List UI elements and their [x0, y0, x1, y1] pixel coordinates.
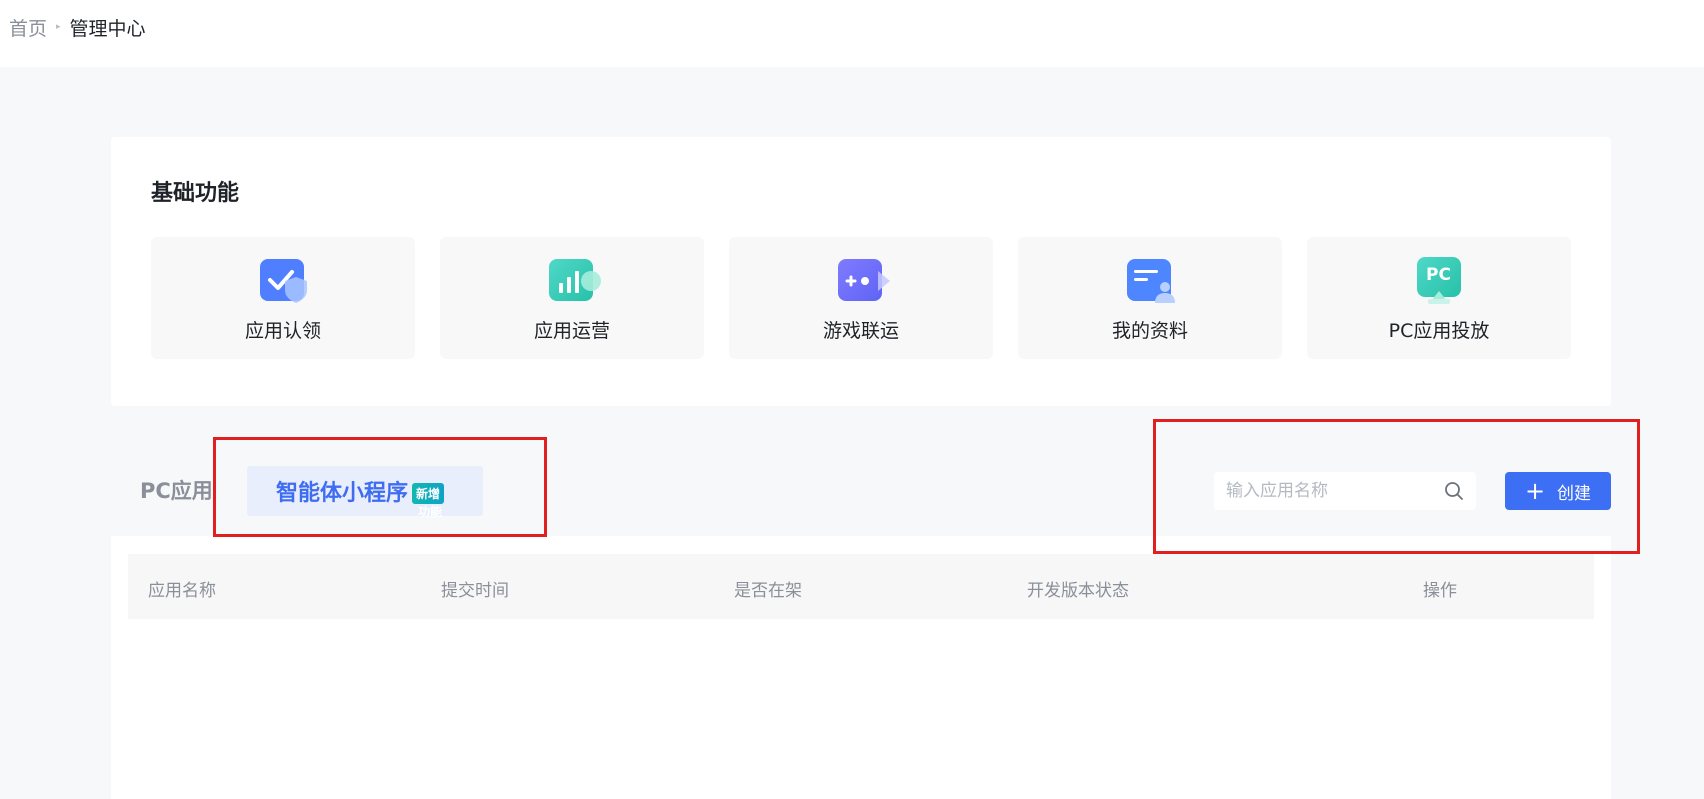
breadcrumb-separator-icon: ▸ — [56, 22, 61, 32]
pc-monitor-icon: PC — [1410, 257, 1468, 305]
breadcrumb-home[interactable]: 首页 — [9, 14, 47, 41]
basic-features-card: 基础功能 应用认领 应用运营 游戏联运 我的资料 PC PC应用投放 — [111, 137, 1611, 406]
game-controller-icon — [832, 257, 890, 305]
tile-pc-app-delivery[interactable]: PC PC应用投放 — [1307, 237, 1571, 359]
column-header-submit-time: 提交时间 — [441, 581, 509, 601]
annotation-box-tab — [213, 437, 547, 537]
tile-label: 我的资料 — [1111, 320, 1188, 342]
column-header-on-shelf: 是否在架 — [734, 581, 802, 601]
column-header-dev-version-status: 开发版本状态 — [1027, 581, 1129, 601]
column-header-actions: 操作 — [1423, 581, 1457, 601]
pc-icon-text: PC — [1426, 265, 1451, 285]
profile-card-icon — [1121, 257, 1179, 305]
basic-features-title: 基础功能 — [151, 181, 240, 206]
tile-app-claim[interactable]: 应用认领 — [151, 237, 415, 359]
tile-my-profile[interactable]: 我的资料 — [1018, 237, 1282, 359]
table-header: 应用名称 提交时间 是否在架 开发版本状态 操作 — [128, 554, 1594, 619]
tile-app-operation[interactable]: 应用运营 — [440, 237, 704, 359]
app-table: 应用名称 提交时间 是否在架 开发版本状态 操作 — [111, 536, 1611, 799]
breadcrumb-current: 管理中心 — [69, 17, 146, 40]
bar-chart-icon — [543, 257, 601, 305]
breadcrumb: 首页 ▸ 管理中心 — [9, 14, 146, 40]
tile-label: 游戏联运 — [822, 320, 899, 342]
annotation-box-search-create — [1153, 419, 1640, 554]
column-header-app-name: 应用名称 — [148, 581, 216, 601]
tile-label: 应用认领 — [244, 320, 321, 342]
claim-shield-icon — [254, 257, 312, 305]
tile-label: 应用运营 — [533, 320, 610, 342]
top-bar: 首页 ▸ 管理中心 — [0, 0, 1704, 67]
tab-pc-apps[interactable]: PC应用 — [140, 475, 213, 505]
app-type-tabs: PC应用 智能体小程序 新增 功能 — [140, 466, 483, 519]
tile-label: PC应用投放 — [1388, 320, 1490, 342]
tile-game-joint-operation[interactable]: 游戏联运 — [729, 237, 993, 359]
